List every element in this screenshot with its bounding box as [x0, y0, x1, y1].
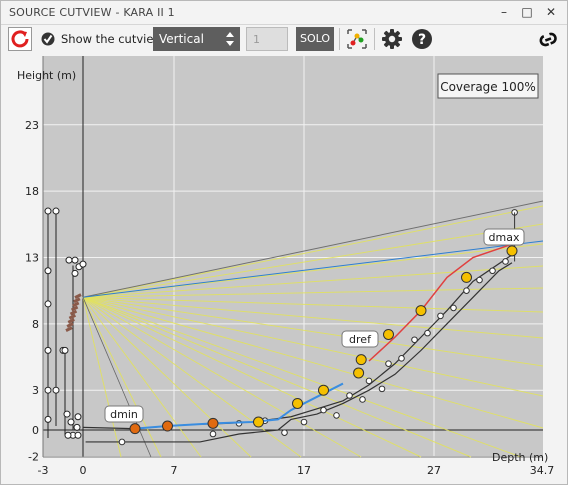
plane-vertex [411, 336, 418, 344]
coverage-label: Coverage 100% [440, 80, 536, 94]
number-field[interactable]: 1 [246, 27, 288, 51]
rig-point [44, 386, 52, 394]
rig-point [52, 207, 60, 215]
plane-vertex [209, 430, 217, 438]
rig-point [73, 423, 81, 431]
y-axis-label: Height (m) [17, 69, 76, 82]
cutview-plot[interactable]: dmin dref dmax Coverage 100% Height (m) Depth… [1, 56, 567, 484]
gear-icon[interactable] [380, 27, 404, 51]
yellow-marker [355, 354, 367, 366]
y-tick-label: 0 [32, 424, 39, 437]
yellow-marker [318, 384, 329, 396]
rig-point [71, 269, 79, 277]
x-tick-label: 34.7 [530, 464, 555, 477]
plane-vertex [378, 385, 386, 393]
toolbar: Show the cutview Vertical 1 SOLO ? [1, 25, 567, 56]
rig-point [44, 207, 52, 215]
rig-point [65, 256, 73, 264]
plane-vertex [489, 267, 496, 275]
rig-point [63, 410, 71, 418]
dref-callout-label: dref [349, 333, 372, 346]
view-select[interactable]: Vertical [153, 27, 240, 51]
plane-vertex [476, 276, 483, 284]
plane-vertex [437, 312, 444, 320]
rig-point [79, 260, 87, 268]
rig-point [61, 346, 69, 354]
yellow-marker [506, 245, 518, 257]
link-icon[interactable] [536, 27, 560, 51]
x-tick-label: 7 [171, 464, 178, 477]
y-tick-label: 18 [25, 185, 39, 198]
toolbar-divider [339, 28, 340, 50]
cutview-plot-area: dmin dref dmax Coverage 100% Height (m) Depth… [1, 56, 567, 488]
plane-vertex [333, 412, 340, 419]
rig-point [44, 415, 52, 423]
svg-text:?: ? [418, 32, 426, 48]
plane-vertex [463, 287, 470, 294]
refresh-button[interactable] [8, 27, 32, 51]
plane-vertex [320, 406, 327, 414]
minimize-icon[interactable]: – [496, 4, 512, 20]
plane-vertex [300, 418, 308, 426]
yellow-marker [253, 416, 264, 428]
rig-point [67, 418, 75, 426]
plane-vertex [398, 355, 405, 362]
x-axis-label: Depth (m) [492, 451, 548, 464]
refresh-icon [11, 30, 29, 48]
y-tick-label: 3 [32, 384, 39, 397]
orange-marker [207, 417, 219, 429]
yellow-marker [415, 305, 427, 317]
plane-vertex [424, 329, 431, 337]
x-tick-label: -3 [38, 464, 49, 477]
x-tick-label: 27 [427, 464, 441, 477]
layout-nodes-icon[interactable] [345, 27, 369, 51]
plane-vertex [450, 304, 457, 312]
yellow-marker [353, 367, 365, 379]
rig-point [44, 346, 52, 354]
help-icon[interactable]: ? [410, 27, 434, 51]
show-cutview-label[interactable]: Show the cutview [61, 32, 163, 46]
x-tick-label: 0 [80, 464, 87, 477]
x-tick-label: 17 [297, 464, 311, 477]
orange-marker [162, 420, 173, 432]
view-select-value: Vertical [159, 32, 204, 46]
y-tick-label: 23 [25, 119, 39, 132]
rig-point [64, 431, 72, 439]
checkmark-icon[interactable] [41, 32, 55, 46]
title-bar: SOURCE CUTVIEW - KARA II 1 – □ ✕ [1, 1, 567, 25]
y-tick-label: 8 [32, 318, 39, 331]
rig-point [74, 413, 82, 421]
orange-marker [129, 423, 141, 435]
rig-point [44, 300, 52, 308]
plane-vertex [365, 377, 373, 385]
rig-point [74, 431, 82, 439]
y-tick-label: -2 [28, 451, 39, 464]
plane-vertex [385, 360, 392, 367]
rig-point [71, 256, 79, 264]
maximize-icon[interactable]: □ [519, 4, 535, 20]
rig-point [44, 267, 52, 275]
yellow-marker [383, 328, 394, 340]
yellow-marker [461, 271, 472, 283]
updown-arrows-icon [226, 32, 234, 46]
rig-point [52, 386, 60, 394]
plane-vertex [359, 396, 366, 403]
toolbar-divider [374, 28, 375, 50]
dmin-callout-label: dmin [110, 408, 138, 421]
cutview-window: SOURCE CUTVIEW - KARA II 1 – □ ✕ Show th… [0, 0, 568, 485]
y-tick-label: 13 [25, 251, 39, 264]
plane-vertex [502, 258, 509, 265]
solo-button[interactable]: SOLO [296, 27, 334, 51]
yellow-marker [292, 397, 303, 409]
dmax-callout-label: dmax [489, 231, 520, 244]
plane-vertex [118, 438, 126, 446]
window-title: SOURCE CUTVIEW - KARA II 1 [9, 6, 175, 19]
plane-vertex [281, 429, 288, 436]
close-icon[interactable]: ✕ [543, 4, 559, 20]
plane-vertex [346, 392, 353, 399]
